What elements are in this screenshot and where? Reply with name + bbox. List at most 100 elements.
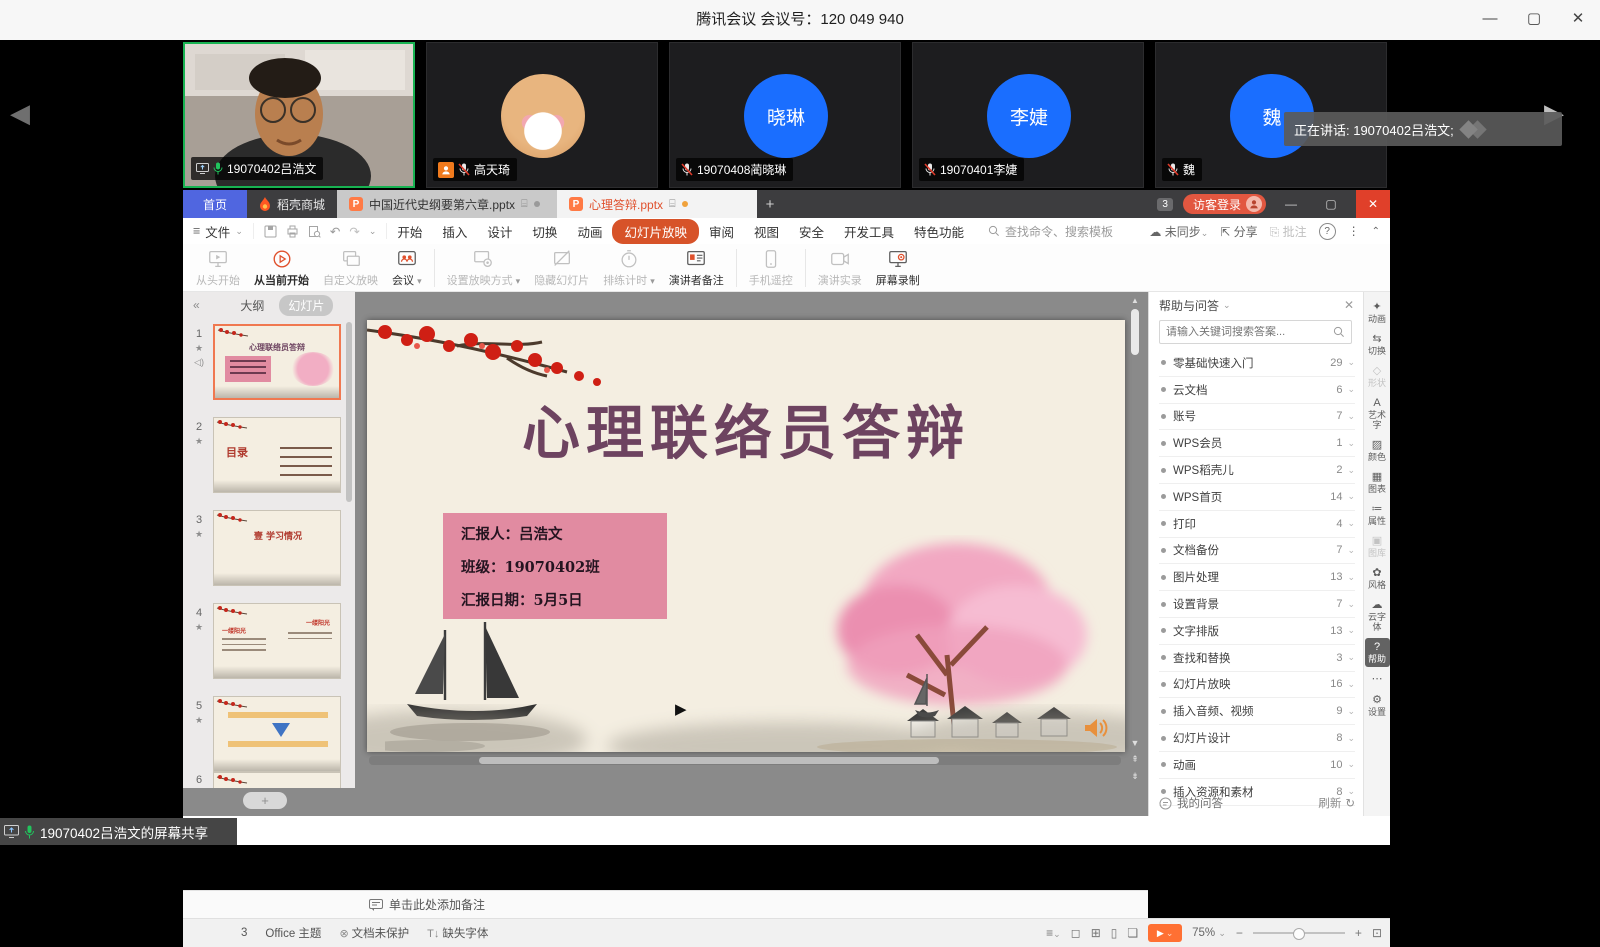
rail-settings[interactable]: ⚙设置 (1365, 691, 1390, 720)
tab-doc-active[interactable]: P 心理答辩.pptx ⌸ (557, 190, 757, 218)
hide-slide-button[interactable]: 隐藏幻灯片 (527, 246, 596, 290)
missing-fonts-indicator[interactable]: T↓缺失字体 (427, 925, 488, 941)
menu-security[interactable]: 安全 (789, 220, 834, 243)
save-icon[interactable] (264, 225, 277, 238)
custom-show-button[interactable]: 自定义放映 (316, 246, 385, 290)
help-topic[interactable]: 零基础快速入门29⌄ (1159, 350, 1355, 377)
cloud-sync-button[interactable]: ☁ 未同步⌄ (1149, 223, 1208, 240)
add-slide-button[interactable]: + (243, 792, 287, 809)
zoom-in-icon[interactable]: + (1355, 926, 1362, 940)
phone-remote-button[interactable]: 手机遥控 (742, 246, 800, 290)
slide-thumbnail[interactable]: 壹 学习情况 (213, 510, 341, 586)
comment-button[interactable]: ⎘ 批注 (1270, 223, 1307, 240)
help-topic[interactable]: WPS首页14⌄ (1159, 484, 1355, 511)
theme-indicator[interactable]: Office 主题 (265, 925, 321, 941)
notes-placeholder[interactable]: 单击此处添加备注 (369, 896, 485, 913)
help-topic[interactable]: 账号7⌄ (1159, 404, 1355, 431)
participant-tile[interactable]: 高天琦 (426, 42, 658, 188)
print-icon[interactable] (286, 225, 299, 238)
slides-tab[interactable]: 幻灯片 (279, 295, 333, 316)
file-menu[interactable]: ≡ 文件⌄ (183, 222, 253, 241)
collapse-ribbon-icon[interactable]: ⌃ (1372, 226, 1380, 237)
menu-devtools[interactable]: 开发工具 (834, 220, 904, 243)
menu-review[interactable]: 审阅 (699, 220, 744, 243)
minimize-icon[interactable]: — (1468, 0, 1512, 40)
help-topic[interactable]: 幻灯片设计8⌄ (1159, 725, 1355, 752)
help-topic[interactable]: 插入音频、视频9⌄ (1159, 698, 1355, 725)
tab-home[interactable]: 首页 (183, 190, 247, 218)
window-close-icon[interactable]: ✕ (1356, 190, 1390, 218)
search-icon[interactable] (1333, 326, 1345, 338)
menu-insert[interactable]: 插入 (432, 220, 477, 243)
help-topic[interactable]: 云文档6⌄ (1159, 377, 1355, 404)
help-topic[interactable]: 文字排版13⌄ (1159, 618, 1355, 645)
print-preview-icon[interactable] (308, 225, 321, 238)
rail-transition[interactable]: ⇆切换 (1365, 330, 1390, 359)
my-questions-row[interactable]: 我的问答 刷新 ↻ (1159, 792, 1355, 814)
tab-docer-store[interactable]: 稻壳商城 (247, 190, 337, 218)
lecture-record-button[interactable]: 演讲实录 (811, 246, 869, 290)
vertical-scrollbar[interactable]: ▲ ▼ ⇞ ⇟ (1129, 296, 1141, 782)
close-icon[interactable]: ✕ (1556, 0, 1600, 40)
zoom-level[interactable]: 75% ⌄ (1192, 927, 1226, 939)
rail-chart[interactable]: ▦图表 (1365, 468, 1390, 497)
next-slide-icon[interactable]: ⇟ (1131, 771, 1139, 782)
tab-doc-history[interactable]: P 中国近代史纲要第六章.pptx ⌸ (337, 190, 557, 218)
present-icon[interactable]: ⌸ (521, 198, 528, 211)
help-topic[interactable]: WPS稻壳儿2⌄ (1159, 457, 1355, 484)
help-topic[interactable]: WPS会员1⌄ (1159, 430, 1355, 457)
more-menu-icon[interactable]: ⋮ (1348, 224, 1360, 238)
fit-screen-icon[interactable]: ⊡ (1372, 926, 1382, 940)
menu-slideshow[interactable]: 幻灯片放映 (612, 219, 699, 244)
guest-login-button[interactable]: 访客登录 (1183, 194, 1266, 214)
screen-record-button[interactable]: 屏幕录制 (869, 246, 927, 290)
participant-tile[interactable]: 19070402吕浩文 (183, 42, 415, 188)
window-restore-icon[interactable]: ▢ (1316, 190, 1346, 218)
present-icon[interactable]: ⌸ (669, 198, 676, 211)
new-tab-button[interactable]: + (757, 190, 783, 218)
slideshow-play-button[interactable]: ▶⌄ (1148, 924, 1182, 942)
slide-audio-icon[interactable] (1083, 716, 1109, 740)
help-dropdown-icon[interactable]: ⌄ (1223, 300, 1231, 311)
thumbnail-scrollbar[interactable] (346, 322, 352, 502)
master-view-icon[interactable]: ❏ (1127, 926, 1138, 940)
outline-tab[interactable]: 大纲 (231, 295, 273, 316)
reading-view-icon[interactable]: ▯ (1111, 926, 1118, 940)
rail-style[interactable]: ✿风格 (1365, 564, 1390, 593)
help-icon[interactable]: ? (1319, 223, 1336, 240)
horizontal-scrollbar[interactable] (369, 756, 1121, 765)
menu-animation[interactable]: 动画 (567, 220, 612, 243)
maximize-icon[interactable]: ▢ (1512, 0, 1556, 40)
menu-start[interactable]: 开始 (387, 220, 432, 243)
rail-wordart[interactable]: A艺术字 (1365, 394, 1390, 433)
help-topic[interactable]: 查找和替换3⌄ (1159, 645, 1355, 672)
slide-sorter-icon[interactable]: ⊞ (1091, 926, 1101, 940)
help-search-box[interactable] (1159, 320, 1352, 344)
rail-gallery[interactable]: ▣图库 (1365, 532, 1390, 561)
help-topic[interactable]: 幻灯片放映16⌄ (1159, 672, 1355, 699)
slide-canvas[interactable]: 心理联络员答辩 汇报人：吕浩文 班级：19070402班 汇报日期：5月5日 (367, 320, 1125, 752)
slide-title[interactable]: 心理联络员答辩 (367, 386, 1125, 470)
protection-indicator[interactable]: ⊗文档未保护 (339, 925, 409, 941)
notes-toggle-icon[interactable]: ≡⌄ (1046, 926, 1061, 940)
rail-properties[interactable]: ≔属性 (1365, 500, 1390, 529)
help-topic[interactable]: 打印4⌄ (1159, 511, 1355, 538)
refresh-button[interactable]: 刷新 ↻ (1318, 795, 1355, 811)
slide-thumbnail[interactable] (213, 772, 341, 788)
window-minimize-icon[interactable]: — (1276, 190, 1306, 218)
menu-design[interactable]: 设计 (477, 220, 522, 243)
help-topic[interactable]: 图片处理13⌄ (1159, 564, 1355, 591)
menu-transition[interactable]: 切换 (522, 220, 567, 243)
notification-badge[interactable]: 3 (1157, 198, 1173, 211)
rail-shapes[interactable]: ◇形状 (1365, 362, 1390, 391)
menu-view[interactable]: 视图 (744, 220, 789, 243)
redo-icon[interactable]: ↷ (349, 224, 359, 239)
close-help-icon[interactable]: ✕ (1344, 298, 1354, 312)
undo-icon[interactable]: ↶ (330, 224, 340, 239)
zoom-slider-knob[interactable] (1293, 928, 1305, 940)
menu-features[interactable]: 特色功能 (904, 220, 974, 243)
rail-more[interactable]: ⋯ (1365, 670, 1390, 688)
speaker-notes-button[interactable]: 演讲者备注 (662, 246, 731, 290)
scroll-left-icon[interactable]: ◀ (10, 98, 30, 129)
help-topic[interactable]: 设置背景7⌄ (1159, 591, 1355, 618)
